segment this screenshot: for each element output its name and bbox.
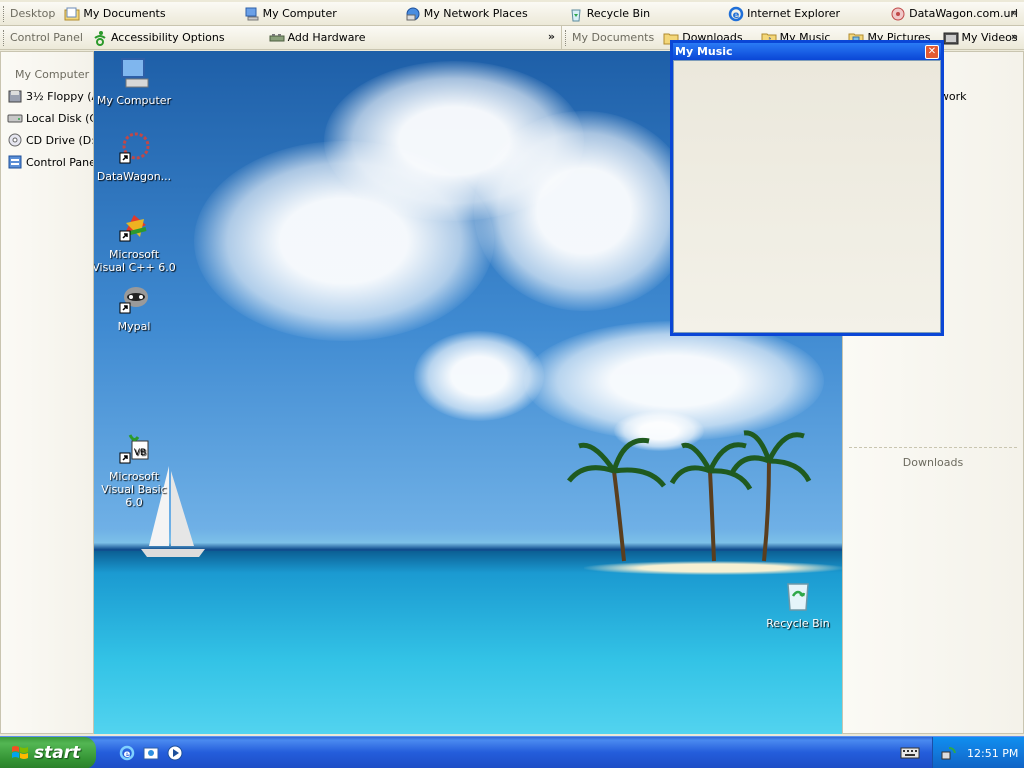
window-title: My Music: [675, 45, 733, 58]
clock[interactable]: 12:51 PM: [967, 747, 1018, 760]
visual-basic-icon: VB: [119, 434, 149, 464]
folder-documents-icon: [64, 6, 80, 22]
desktop-toolbar: Desktop My Documents My Computer My Netw…: [0, 2, 1024, 26]
panel-item-local-disk[interactable]: Local Disk (C:): [1, 107, 93, 129]
toolbar-accessibility-options[interactable]: Accessibility Options: [89, 28, 228, 48]
window-content[interactable]: [673, 60, 941, 333]
desktop-icon-mypal[interactable]: Mypal: [94, 281, 176, 333]
taskbar: start e 12:51 PM: [0, 736, 1024, 768]
floppy-drive-icon: [7, 88, 23, 104]
network-icon: [405, 6, 421, 22]
toolbar-internet-explorer-label: Internet Explorer: [747, 7, 841, 20]
left-panel-title: My Computer: [15, 68, 90, 81]
my-computer-icon: [121, 58, 149, 88]
desktop-icon-my-computer[interactable]: My Computer: [94, 55, 176, 107]
my-music-window[interactable]: My Music ✕: [670, 40, 944, 336]
desktop-icon-label: My Computer: [96, 94, 172, 107]
my-documents-toolbar-chevron[interactable]: »: [1011, 30, 1018, 43]
desktop-icon-label: Recycle Bin: [766, 617, 830, 630]
panel-item-cd-drive-label: CD Drive (D:): [26, 133, 94, 147]
computer-icon: [244, 6, 260, 22]
control-panel-icon: [7, 154, 23, 170]
svg-text:VB: VB: [134, 448, 146, 458]
desktop-icon-label: Microsoft Visual Basic 6.0: [101, 470, 167, 509]
desktop-icon-datawagon[interactable]: DataWagon...: [94, 131, 176, 183]
outlook-express-icon[interactable]: [142, 744, 160, 762]
internet-explorer-icon[interactable]: e: [118, 744, 136, 762]
svg-text:e: e: [733, 10, 740, 21]
desktop-icon-label: Microsoft Visual C++ 6.0: [94, 248, 176, 274]
desktop-icon-label: DataWagon...: [96, 170, 172, 183]
toolbar-my-network-places[interactable]: My Network Places: [402, 4, 531, 24]
toolbar-my-computer-label: My Computer: [262, 7, 337, 20]
toolbar-internet-explorer[interactable]: e Internet Explorer: [725, 4, 843, 24]
control-panel-toolbar-title: Control Panel: [10, 31, 83, 44]
cloud: [474, 111, 694, 311]
datawagon-icon: [119, 132, 150, 164]
hard-disk-icon: [7, 110, 23, 126]
hardware-icon: [269, 30, 285, 46]
keyboard-icon[interactable]: [900, 744, 920, 760]
toolbar-add-hardware-label: Add Hardware: [287, 31, 366, 44]
internet-explorer-icon: e: [728, 6, 744, 22]
panel-item-control-panel[interactable]: Control Panel: [1, 151, 93, 173]
toolbar-grip[interactable]: [3, 5, 6, 22]
my-computer-panel: My Computer 3½ Floppy (A:) Local Disk (C…: [0, 51, 94, 734]
control-panel-toolbar-chevron[interactable]: »: [548, 30, 555, 43]
toolbar-my-videos-label: My Videos: [961, 31, 1018, 44]
videos-folder-icon: [943, 30, 959, 46]
desktop-icon-recycle-bin[interactable]: Recycle Bin: [756, 578, 840, 630]
windows-flag-icon: [12, 745, 28, 759]
panel-item-local-disk-label: Local Disk (C:): [26, 111, 93, 125]
start-label: start: [34, 742, 81, 763]
toolbar-recycle-bin-label: Recycle Bin: [586, 7, 651, 20]
svg-text:e: e: [124, 749, 131, 760]
desktop-icon-visual-cpp[interactable]: Microsoft Visual C++ 6.0: [94, 209, 176, 274]
desktop-icon-visual-basic[interactable]: VB Microsoft Visual Basic 6.0: [94, 431, 176, 509]
panel-item-cd-drive[interactable]: CD Drive (D:): [1, 129, 93, 151]
toolbar-datawagon-url[interactable]: DataWagon.com.url: [887, 4, 1021, 24]
cd-drive-icon: [7, 132, 23, 148]
toolbar-my-computer[interactable]: My Computer: [241, 4, 340, 24]
datawagon-icon: [890, 6, 906, 22]
visual-cpp-icon: [119, 215, 147, 242]
toolbar-datawagon-url-label: DataWagon.com.url: [909, 7, 1018, 20]
toolbar-grip[interactable]: [3, 29, 6, 46]
toolbar-my-documents-label: My Documents: [83, 7, 166, 20]
downloads-panel-title: Downloads: [902, 456, 964, 469]
toolbar-add-hardware[interactable]: Add Hardware: [266, 28, 369, 48]
palm-trees: [567, 430, 812, 562]
panel-item-control-panel-label: Control Panel: [26, 155, 94, 169]
toolbar-recycle-bin[interactable]: Recycle Bin: [565, 4, 653, 24]
recycle-bin-icon: [568, 6, 584, 22]
my-documents-toolbar-title: My Documents: [572, 31, 655, 44]
quick-launch: e: [118, 744, 184, 762]
panel-item-floppy[interactable]: 3½ Floppy (A:): [1, 85, 93, 107]
toolbar-my-documents[interactable]: My Documents: [61, 4, 168, 24]
media-player-icon[interactable]: [166, 744, 184, 762]
sea: [94, 551, 842, 734]
panel-item-floppy-label: 3½ Floppy (A:): [26, 89, 93, 103]
network-tray-icon[interactable]: [941, 745, 957, 761]
recycle-bin-icon: [787, 583, 809, 611]
window-titlebar[interactable]: My Music ✕: [673, 43, 941, 60]
toolbar-my-network-places-label: My Network Places: [423, 7, 528, 20]
toolbar-my-videos[interactable]: My Videos: [940, 28, 1021, 48]
control-panel-toolbar: Control Panel Accessibility Options Add …: [0, 26, 562, 49]
start-button[interactable]: start: [0, 736, 96, 768]
desktop-toolbar-title: Desktop: [10, 7, 56, 20]
system-tray: 12:51 PM: [932, 737, 1024, 768]
mypal-icon: [119, 287, 148, 314]
close-icon[interactable]: ✕: [925, 44, 939, 59]
toolbar-overflow-chevron[interactable]: »: [1011, 6, 1018, 19]
desktop-icon-label: Mypal: [117, 320, 151, 333]
toolbar-grip[interactable]: [565, 29, 568, 46]
desktop-toolbar-section: Desktop My Documents My Computer My Netw…: [0, 2, 1024, 25]
accessibility-icon: [92, 30, 108, 46]
toolbar-accessibility-options-label: Accessibility Options: [110, 31, 225, 44]
